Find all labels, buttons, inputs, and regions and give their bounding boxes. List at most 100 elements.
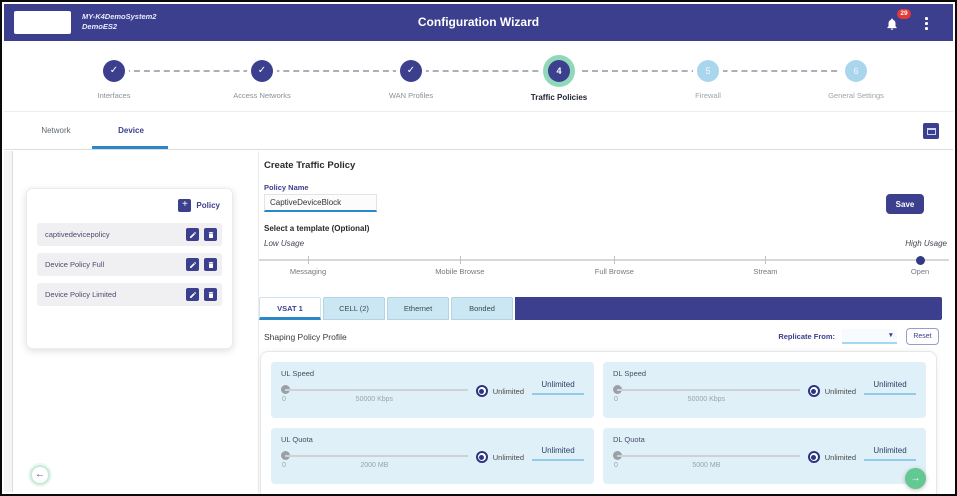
unlimited-radio-label: Unlimited [493,453,524,462]
slider-max: 50000 Kbps [281,396,468,403]
template-section-heading: Select a template (Optional) [264,224,369,233]
step-check-icon: ✓ [251,60,273,82]
view-tab-bar: Network Device [4,112,953,150]
delete-policy-button[interactable] [204,288,217,301]
dl-speed-value-field[interactable]: Unlimited [864,380,916,395]
dl-speed-slider[interactable]: 0 50000 Kbps [613,381,800,407]
policy-name-input[interactable] [264,194,377,212]
option-stream: Stream [720,267,810,276]
create-traffic-policy-title: Create Traffic Policy [264,160,355,171]
step-interfaces[interactable]: ✓ Interfaces [49,60,179,100]
policy-list: captivedevicepolicy Device Policy Full D… [27,223,232,313]
slider-max: 2000 MB [281,462,468,469]
step-label: Interfaces [49,91,179,100]
step-label: WAN Profiles [346,91,476,100]
slider-track[interactable] [285,455,468,457]
back-button[interactable]: ← [30,465,50,485]
slider-track[interactable] [617,389,800,391]
ul-quota-panel: UL Quota 0 2000 MB Unlimited Unlimited [271,428,594,484]
policy-name: captivedevicepolicy [37,230,186,239]
delete-policy-button[interactable] [204,228,217,241]
trash-icon [207,261,215,269]
unlimited-radio-label: Unlimited [825,387,856,396]
notification-count-badge: 29 [897,9,911,19]
step-access-networks[interactable]: ✓ Access Networks [197,60,327,100]
tab-bar-filler [515,297,942,320]
low-usage-label: Low Usage [264,239,304,248]
ul-speed-label: UL Speed [281,369,584,378]
ul-quota-value-field[interactable]: Unlimited [532,446,584,461]
replicate-from-dropdown[interactable]: ▼ [842,329,897,344]
slider-tick [765,256,766,264]
step-check-icon: ✓ [400,60,422,82]
policy-row-captivedevicepolicy[interactable]: captivedevicepolicy [37,223,222,246]
trash-icon [207,291,215,299]
dl-speed-label: DL Speed [613,369,916,378]
notifications-button[interactable]: 29 [885,12,905,34]
page-title: Configuration Wizard [4,15,953,29]
tab-bonded[interactable]: Bonded [451,297,513,320]
interface-tab-bar: VSAT 1 CELL (2) Ethernet Bonded [259,297,942,320]
dl-speed-panel: DL Speed 0 50000 Kbps Unlimited Unlimite… [603,362,926,418]
next-button[interactable]: → [905,468,926,489]
slider-track[interactable] [617,455,800,457]
active-tab-underline [92,146,168,149]
ul-quota-unlimited-radio[interactable] [476,451,488,463]
quota-panel-row: UL Quota 0 2000 MB Unlimited Unlimited [271,428,926,484]
ul-speed-panel: UL Speed 0 50000 Kbps Unlimited Unlimite… [271,362,594,418]
step-general-settings[interactable]: 6 General Settings [791,60,921,100]
policy-row-device-policy-full[interactable]: Device Policy Full [37,253,222,276]
step-firewall[interactable]: 5 Firewall [643,60,773,100]
slider-track[interactable] [285,389,468,391]
ul-quota-slider[interactable]: 0 2000 MB [281,447,468,473]
tab-device[interactable]: Device [96,112,166,149]
tab-network[interactable]: Network [26,112,86,149]
add-policy-button[interactable]: + Policy [178,199,220,212]
tab-ethernet[interactable]: Ethernet [387,297,449,320]
step-label: General Settings [791,91,921,100]
ul-speed-value-field[interactable]: Unlimited [532,380,584,395]
ul-speed-unlimited-radio[interactable] [476,385,488,397]
pencil-icon [189,231,197,239]
dl-quota-value-field[interactable]: Unlimited [864,446,916,461]
step-number: 5 [697,60,719,82]
reset-button[interactable]: Reset [906,328,939,345]
plus-icon: + [178,199,191,212]
kebab-menu-icon[interactable] [922,16,931,31]
delete-policy-button[interactable] [204,258,217,271]
policy-list-card: + Policy captivedevicepolicy Device Poli… [26,188,233,349]
step-traffic-policies[interactable]: 4 Traffic Policies [494,60,624,102]
dl-quota-slider[interactable]: 0 5000 MB [613,447,800,473]
dl-speed-unlimited-radio[interactable] [808,385,820,397]
step-label: Traffic Policies [494,93,624,102]
app-header: MY-K4DemoSystem2 DemoES2 Configuration W… [4,4,953,41]
main-panel: Create Traffic Policy Policy Name Save S… [259,151,949,492]
add-policy-label: Policy [196,201,220,210]
policy-row-device-policy-limited[interactable]: Device Policy Limited [37,283,222,306]
slider-max: 50000 Kbps [613,396,800,403]
dl-quota-unlimited-radio[interactable] [808,451,820,463]
option-messaging: Messaging [263,267,353,276]
pencil-icon [189,291,197,299]
shaping-policy-card: UL Speed 0 50000 Kbps Unlimited Unlimite… [260,351,937,496]
tab-cell[interactable]: CELL (2) [323,297,385,320]
chevron-down-icon: ▼ [888,332,894,339]
ul-speed-slider[interactable]: 0 50000 Kbps [281,381,468,407]
edit-policy-button[interactable] [186,228,199,241]
replicate-from-label: Replicate From: [778,332,835,341]
step-wan-profiles[interactable]: ✓ WAN Profiles [346,60,476,100]
configuration-wizard-screen: MY-K4DemoSystem2 DemoES2 Configuration W… [0,0,957,496]
template-slider-track[interactable] [259,255,949,265]
edit-policy-button[interactable] [186,288,199,301]
tab-vsat-1[interactable]: VSAT 1 [259,297,321,320]
policy-name-label: Policy Name [264,183,309,192]
step-label: Access Networks [197,91,327,100]
expand-window-icon[interactable] [923,123,939,139]
edit-policy-button[interactable] [186,258,199,271]
collapsed-sidebar-gutter [4,151,13,492]
template-slider-thumb[interactable] [916,256,925,265]
slider-tick [614,256,615,264]
policy-name: Device Policy Full [37,260,186,269]
unlimited-radio-label: Unlimited [493,387,524,396]
save-button[interactable]: Save [886,194,924,214]
